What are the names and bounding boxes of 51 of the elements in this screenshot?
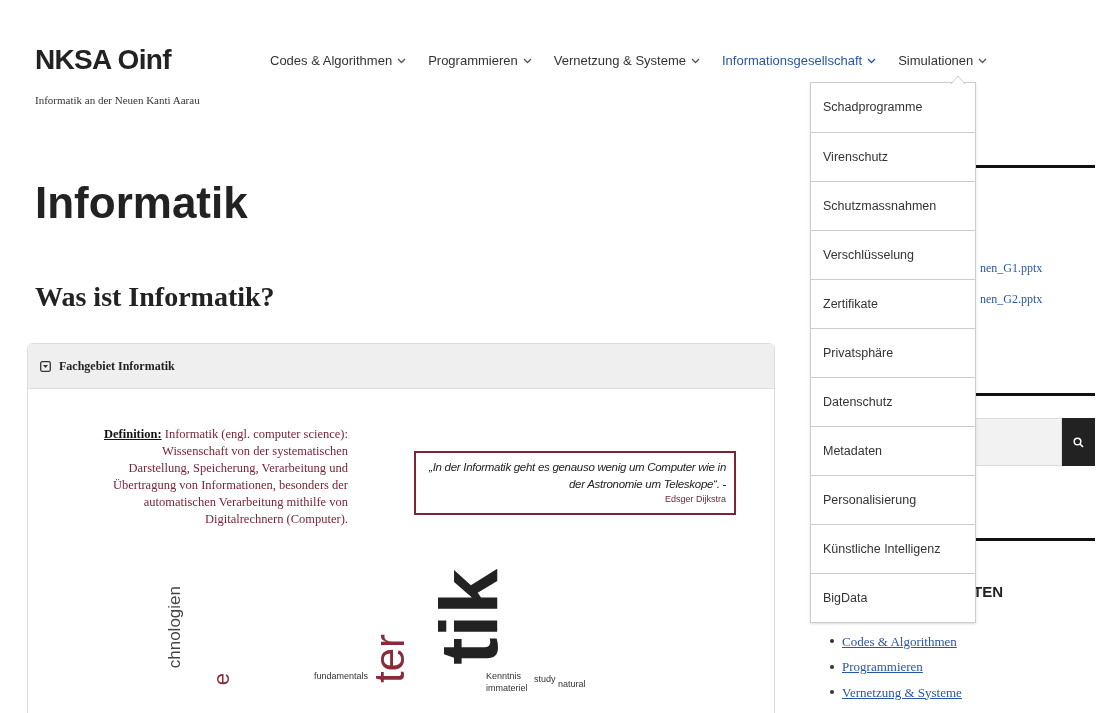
dropdown-item[interactable]: Datenschutz bbox=[811, 377, 975, 426]
bullet-icon bbox=[830, 664, 834, 669]
definition-text: Definition: Informatik (engl. computer science): Wissenschaft von der systematischen Darstellung, Speicherung, Verarbeitung und Übertragung von Informationen, besonders der automatischen Verarbeitung mithilfe von Digitalrechnern (Computer). bbox=[102, 426, 348, 528]
dropdown-item[interactable]: Privatsphäre bbox=[811, 328, 975, 377]
site-title[interactable]: NKSA Oinf bbox=[35, 42, 270, 78]
sidebar-link[interactable]: Codes & Algorithmen bbox=[842, 631, 957, 651]
dropdown-item[interactable]: Personalisierung bbox=[811, 475, 975, 524]
sidebar-link[interactable]: Vernetzung & Systeme bbox=[842, 682, 962, 702]
quote-text: „In der Informatik geht es genauso wenig um Computer wie in der Astronomie um Teleskope“. - bbox=[428, 460, 726, 492]
chevron-down-icon bbox=[397, 57, 407, 64]
cloud-word: e bbox=[211, 673, 233, 686]
nav-item[interactable]: Programmieren bbox=[428, 51, 532, 71]
dropdown-item[interactable]: Schutzmassnahmen bbox=[811, 181, 975, 230]
site-tagline: Informatik an der Neuen Kanti Aarau bbox=[35, 93, 201, 108]
quote-author: Edsger Dijkstra bbox=[664, 493, 726, 506]
cloud-word: ter bbox=[369, 634, 411, 683]
dropdown-item[interactable]: Künstliche Intelligenz bbox=[811, 524, 975, 573]
chevron-down-icon bbox=[867, 57, 877, 64]
bullet-icon bbox=[830, 639, 834, 644]
page-title: Informatik bbox=[35, 177, 249, 229]
nav-item[interactable]: Vernetzung & Systeme bbox=[553, 51, 700, 71]
sidebar-link[interactable]: Programmieren bbox=[842, 657, 923, 677]
dropdown-item[interactable]: Metadaten bbox=[811, 426, 975, 475]
search-icon bbox=[1073, 436, 1084, 448]
cloud-word: fundamentals bbox=[314, 672, 369, 681]
panel-title: Fachgebiet Informatik bbox=[59, 358, 175, 375]
chevron-down-icon bbox=[690, 57, 700, 64]
cloud-word: study bbox=[534, 675, 556, 684]
section-title: Was ist Informatik? bbox=[35, 280, 276, 314]
sidebar-heading: TEN bbox=[973, 582, 1003, 602]
search-button[interactable] bbox=[1062, 418, 1095, 466]
panel-header[interactable]: Fachgebiet Informatik bbox=[28, 344, 774, 389]
file-link[interactable]: nen_G2.pptx bbox=[980, 290, 1043, 308]
cloud-word: immateriel bbox=[486, 684, 528, 693]
dropdown-item[interactable]: BigData bbox=[811, 573, 975, 622]
dropdown-item[interactable]: Zertifikate bbox=[811, 279, 975, 328]
bullet-icon bbox=[830, 690, 834, 695]
dropdown-item[interactable]: Verschlüsselung bbox=[811, 230, 975, 279]
nav-item[interactable]: Simulationen bbox=[898, 51, 988, 71]
nav-item[interactable]: Informationsgesellschaft bbox=[721, 51, 877, 71]
dropdown-item[interactable]: Schadprogramme bbox=[811, 83, 975, 132]
cloud-word: tik bbox=[428, 569, 510, 665]
cloud-word: chnologien bbox=[166, 586, 183, 669]
file-link[interactable]: nen_G1.pptx bbox=[980, 259, 1043, 277]
cloud-word: Kenntnis bbox=[486, 672, 522, 681]
cloud-word: natural bbox=[558, 680, 586, 689]
nav-item[interactable]: Codes & Algorithmen bbox=[270, 51, 407, 71]
search-field[interactable] bbox=[973, 418, 1062, 466]
dropdown-item[interactable]: Virenschutz bbox=[811, 132, 975, 181]
chevron-down-icon bbox=[522, 57, 532, 64]
chevron-down-icon bbox=[978, 57, 988, 64]
